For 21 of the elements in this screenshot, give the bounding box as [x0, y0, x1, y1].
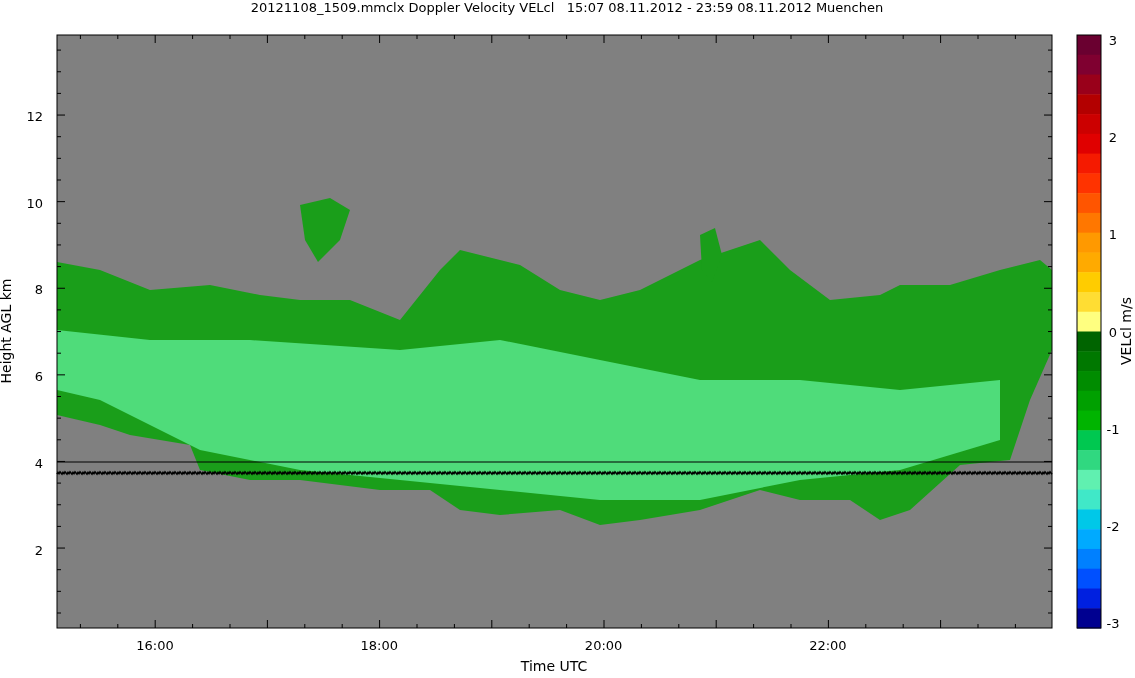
- x-tick-label: 18:00: [360, 638, 399, 653]
- colorbar-tick-label: 3: [1108, 33, 1118, 48]
- y-tick-label: 8: [34, 282, 43, 298]
- colorbar-tick-label: 0: [1108, 324, 1118, 340]
- y-tick-label: 10: [26, 195, 43, 211]
- colorbar-tick-label: -3: [1106, 616, 1120, 631]
- y-tick-label: 4: [34, 455, 43, 471]
- chart-title: 20121108_1509.mmclx Doppler Velocity VELcl 15:07 08.11.2012 - 23:59 08.11.2012 Muenchen: [250, 0, 884, 15]
- x-tick-label: 20:00: [584, 638, 623, 653]
- colorbar-tick-label: 2: [1108, 130, 1118, 146]
- y-tick-label: 6: [34, 369, 43, 385]
- y-axis-label: Height AGL km: [0, 278, 14, 384]
- colorbar-label: VELcl m/s: [1118, 297, 1134, 365]
- y-tick-label: 2: [34, 542, 43, 558]
- colorbar-tick-label: -1: [1106, 421, 1120, 437]
- colorbar-tick-label: 1: [1108, 227, 1118, 243]
- x-axis-label: Time UTC: [520, 658, 588, 674]
- x-tick-label: 22:00: [809, 638, 847, 653]
- colorbar-tick-label: -2: [1106, 518, 1120, 534]
- x-tick-label: 16:00: [136, 638, 174, 653]
- y-tick-label: 12: [26, 109, 43, 124]
